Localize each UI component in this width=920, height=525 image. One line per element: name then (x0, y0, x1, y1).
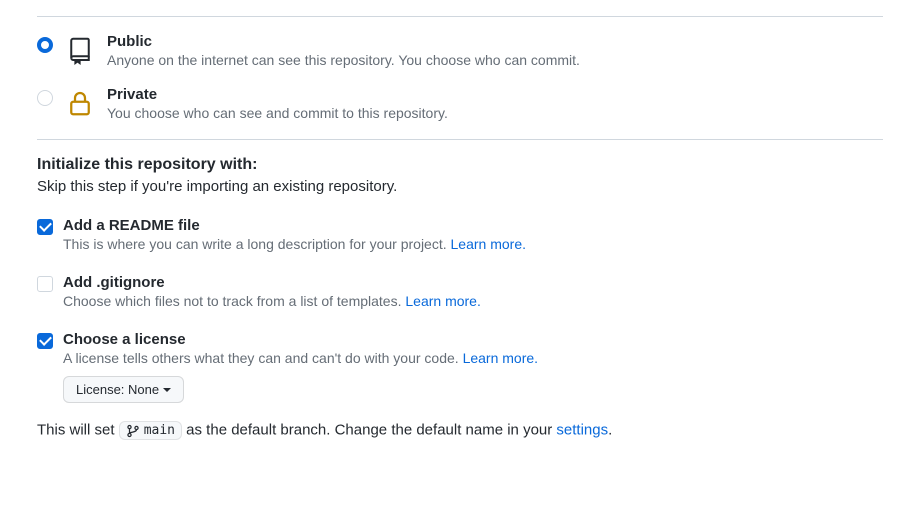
git-branch-icon (126, 424, 140, 438)
gitignore-learn-more-link[interactable]: Learn more. (405, 293, 480, 309)
public-desc: Anyone on the internet can see this repo… (107, 52, 580, 68)
chevron-down-icon (163, 388, 171, 392)
branch-name: main (144, 423, 175, 438)
license-title: Choose a license (63, 331, 538, 348)
gitignore-desc: Choose which files not to track from a l… (63, 293, 481, 309)
license-select-button[interactable]: License: None (63, 376, 184, 403)
license-button-label: License: None (76, 382, 159, 397)
divider-top (37, 16, 883, 17)
checkbox-license[interactable] (37, 333, 53, 349)
checkbox-readme[interactable] (37, 219, 53, 235)
license-learn-more-link[interactable]: Learn more. (463, 350, 538, 366)
private-desc: You choose who can see and commit to thi… (107, 105, 448, 121)
license-option: Choose a license A license tells others … (37, 331, 883, 403)
lock-icon (65, 88, 95, 118)
init-heading: Initialize this repository with: (37, 156, 883, 174)
init-sub: Skip this step if you're importing an ex… (37, 178, 883, 195)
private-title: Private (107, 86, 448, 103)
radio-private[interactable] (37, 90, 53, 106)
repo-public-icon (65, 35, 95, 65)
gitignore-option: Add .gitignore Choose which files not to… (37, 274, 883, 309)
readme-title: Add a README file (63, 217, 526, 234)
radio-public[interactable] (37, 37, 53, 53)
public-title: Public (107, 33, 580, 50)
branch-badge: main (119, 421, 182, 440)
readme-learn-more-link[interactable]: Learn more. (451, 236, 526, 252)
gitignore-title: Add .gitignore (63, 274, 481, 291)
license-desc: A license tells others what they can and… (63, 350, 538, 366)
readme-desc: This is where you can write a long descr… (63, 236, 526, 252)
visibility-private-option[interactable]: Private You choose who can see and commi… (37, 86, 883, 121)
settings-link[interactable]: settings (556, 421, 608, 438)
visibility-public-option[interactable]: Public Anyone on the internet can see th… (37, 33, 883, 68)
default-branch-info: This will set main as the default branch… (37, 421, 883, 440)
divider-middle (37, 139, 883, 140)
readme-option: Add a README file This is where you can … (37, 217, 883, 252)
checkbox-gitignore[interactable] (37, 276, 53, 292)
